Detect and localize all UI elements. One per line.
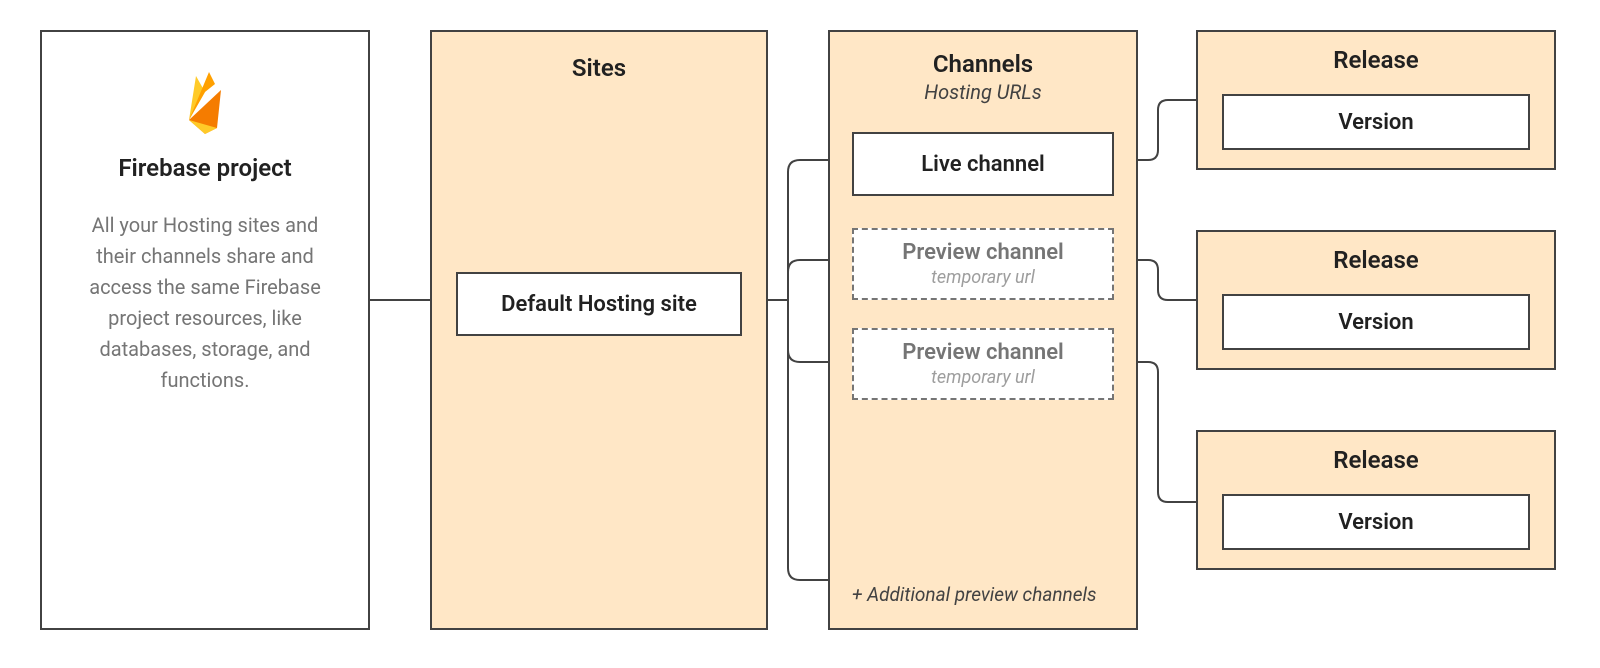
preview-channel-2-box: Preview channel temporary url — [852, 328, 1114, 400]
release-2-version-label: Version — [1338, 310, 1413, 335]
sites-title: Sites — [432, 54, 766, 82]
live-channel-box: Live channel — [852, 132, 1114, 196]
release-1-version-label: Version — [1338, 110, 1413, 135]
release-2-version-box: Version — [1222, 294, 1530, 350]
release-1-version-box: Version — [1222, 94, 1530, 150]
release-3-title: Release — [1198, 446, 1554, 474]
firebase-project-box: Firebase project All your Hosting sites … — [40, 30, 370, 630]
preview-channel-1-sub: temporary url — [931, 267, 1035, 288]
preview-channel-2-sub: temporary url — [931, 367, 1035, 388]
release-box-2: Release Version — [1196, 230, 1556, 370]
firebase-project-title: Firebase project — [70, 154, 340, 182]
default-hosting-site-label: Default Hosting site — [501, 292, 697, 317]
channels-title: Channels — [830, 50, 1136, 78]
release-1-title: Release — [1198, 46, 1554, 74]
channels-box: Channels Hosting URLs Live channel Previ… — [828, 30, 1138, 630]
preview-channel-2-label: Preview channel — [902, 340, 1064, 365]
firebase-logo-icon — [181, 70, 229, 136]
release-2-title: Release — [1198, 246, 1554, 274]
release-3-version-box: Version — [1222, 494, 1530, 550]
sites-box: Sites Default Hosting site — [430, 30, 768, 630]
release-3-version-label: Version — [1338, 510, 1413, 535]
firebase-project-description: All your Hosting sites and their channel… — [70, 210, 340, 396]
preview-channel-1-box: Preview channel temporary url — [852, 228, 1114, 300]
additional-preview-channels-label: + Additional preview channels — [852, 583, 1114, 606]
channels-subtitle: Hosting URLs — [830, 80, 1136, 104]
release-box-3: Release Version — [1196, 430, 1556, 570]
preview-channel-1-label: Preview channel — [902, 240, 1064, 265]
release-box-1: Release Version — [1196, 30, 1556, 170]
default-hosting-site-box: Default Hosting site — [456, 272, 742, 336]
live-channel-label: Live channel — [921, 152, 1045, 177]
